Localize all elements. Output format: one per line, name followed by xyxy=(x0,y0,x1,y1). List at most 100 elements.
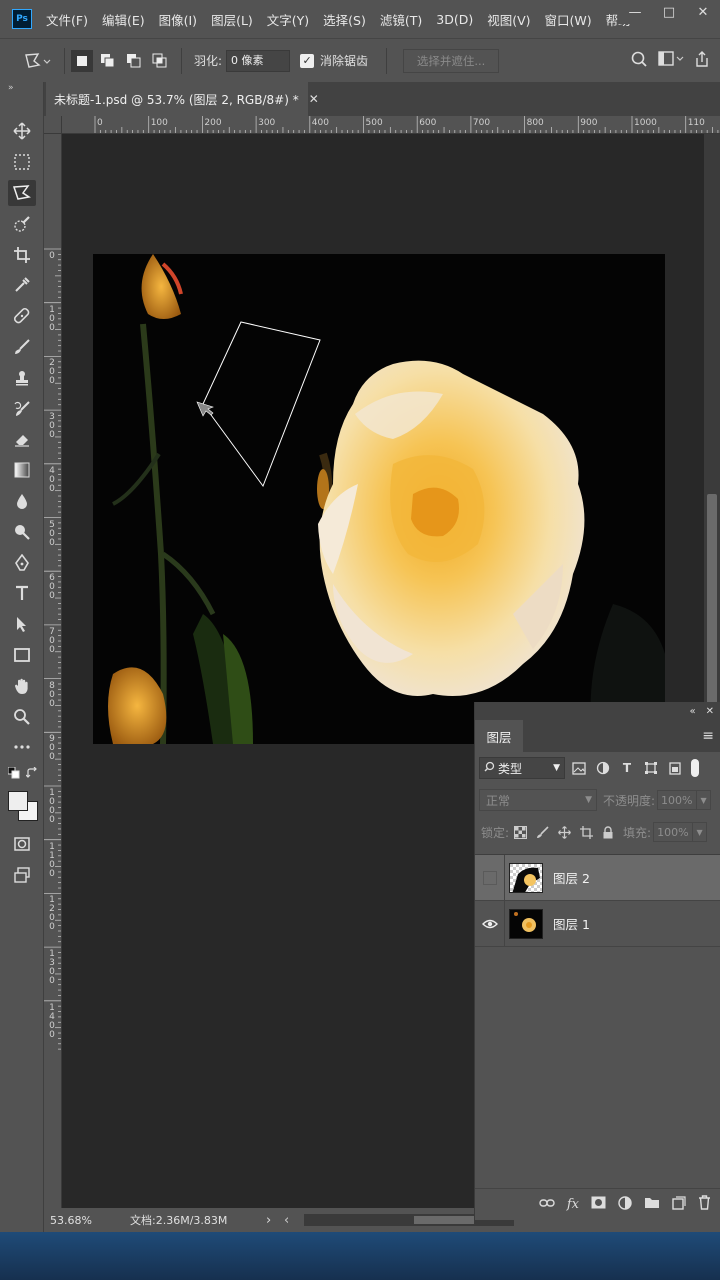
foreground-color-swatch[interactable] xyxy=(8,790,28,811)
opacity-field[interactable]: 100% xyxy=(657,790,698,810)
delete-layer-icon[interactable] xyxy=(698,1195,711,1214)
brush-tool[interactable] xyxy=(0,332,44,363)
gradient-tool[interactable] xyxy=(0,455,44,486)
chevron-down-icon[interactable]: ▼ xyxy=(693,822,708,842)
zoom-level[interactable]: 53.68% xyxy=(50,1214,130,1227)
select-and-mask-button[interactable]: 选择并遮住... xyxy=(403,48,500,73)
close-window-button[interactable]: ✕ xyxy=(686,0,720,24)
smart-object-filter-icon[interactable] xyxy=(665,757,685,779)
layer-row-2[interactable]: 图层 2 xyxy=(475,854,720,901)
swap-colors-icon[interactable] xyxy=(25,766,38,782)
intersect-selection-icon[interactable] xyxy=(149,50,171,72)
default-colors-icon[interactable] xyxy=(7,766,20,782)
chevron-down-icon[interactable]: ▼ xyxy=(697,790,712,810)
blend-mode-select[interactable]: 正常 ▼ xyxy=(479,789,597,811)
crop-tool[interactable] xyxy=(0,239,44,270)
layer-filter-select[interactable]: 类型 ▼ xyxy=(479,757,565,779)
ruler-label: 500 xyxy=(365,118,383,128)
photoshop-logo: Ps xyxy=(12,9,32,29)
lock-all-icon[interactable] xyxy=(597,821,619,843)
layer-visibility-toggle[interactable] xyxy=(475,854,505,901)
ruler-origin[interactable] xyxy=(44,116,62,134)
tab-layers[interactable]: 图层 xyxy=(475,720,523,752)
menu-view[interactable]: 视图(V) xyxy=(487,10,530,29)
type-filter-icon[interactable]: T xyxy=(617,757,637,779)
shape-filter-icon[interactable] xyxy=(641,757,661,779)
layer-name[interactable]: 图层 2 xyxy=(553,868,590,887)
subtract-from-selection-icon[interactable] xyxy=(123,50,145,72)
os-taskbar xyxy=(0,1232,720,1280)
feather-field[interactable]: 0 像素 xyxy=(226,49,291,72)
layer-row-1[interactable]: 图层 1 xyxy=(475,900,720,947)
marquee-tool[interactable] xyxy=(0,147,44,178)
share-icon[interactable] xyxy=(694,50,710,71)
workspace-icon[interactable] xyxy=(658,51,684,70)
lock-artboard-icon[interactable] xyxy=(575,821,597,843)
dodge-tool[interactable] xyxy=(0,516,44,547)
menu-select[interactable]: 选择(S) xyxy=(323,10,366,29)
filter-toggle[interactable] xyxy=(691,759,699,777)
new-group-icon[interactable] xyxy=(644,1196,660,1213)
polygonal-lasso-tool[interactable] xyxy=(0,178,44,209)
collapse-panel-icon[interactable]: « xyxy=(689,706,695,717)
healing-brush-tool[interactable] xyxy=(0,301,44,332)
clone-stamp-tool[interactable] xyxy=(0,362,44,393)
close-icon[interactable]: ✕ xyxy=(309,92,319,106)
collapse-toolbar-icon[interactable]: » xyxy=(0,82,43,96)
menu-type[interactable]: 文字(Y) xyxy=(267,10,309,29)
chevron-right-icon[interactable]: › xyxy=(266,1213,284,1228)
type-tool[interactable] xyxy=(0,578,44,609)
tool-preset-picker[interactable] xyxy=(20,50,54,72)
menu-3d[interactable]: 3D(D) xyxy=(436,12,473,27)
quick-selection-tool[interactable] xyxy=(0,208,44,239)
quick-mask-button[interactable] xyxy=(0,829,44,860)
horizontal-scrollbar-thumb[interactable] xyxy=(414,1216,474,1224)
rectangle-tool[interactable] xyxy=(0,640,44,671)
menu-file[interactable]: 文件(F) xyxy=(46,10,88,29)
layer-visibility-toggle[interactable] xyxy=(475,900,505,947)
fill-field[interactable]: 100% xyxy=(653,822,694,842)
menu-edit[interactable]: 编辑(E) xyxy=(102,10,145,29)
menu-window[interactable]: 窗口(W) xyxy=(545,10,592,29)
antialias-checkbox[interactable]: ✓ xyxy=(300,53,315,68)
minimize-button[interactable]: — xyxy=(618,0,652,24)
blur-tool[interactable] xyxy=(0,486,44,517)
menu-filter[interactable]: 滤镜(T) xyxy=(380,10,422,29)
eraser-tool[interactable] xyxy=(0,424,44,455)
document-tab[interactable]: 未标题-1.psd @ 53.7% (图层 2, RGB/8#) * ✕ xyxy=(46,82,319,116)
path-selection-tool[interactable] xyxy=(0,609,44,640)
eyedropper-tool[interactable] xyxy=(0,270,44,301)
layer-1-thumbnail-image xyxy=(510,909,542,938)
adjustment-filter-icon[interactable] xyxy=(593,757,613,779)
horizontal-ruler[interactable]: 0 100 200 300 400 500 600 700 800 900 1000 110 xyxy=(62,116,720,134)
add-to-selection-icon[interactable] xyxy=(97,50,119,72)
vertical-ruler[interactable]: 0 100 200 300 400 500 600 700 800 900 1000 1100 1200… xyxy=(44,134,62,1208)
adjustment-layer-icon[interactable] xyxy=(618,1195,632,1214)
link-layers-icon[interactable] xyxy=(539,1197,555,1212)
new-layer-icon[interactable] xyxy=(672,1195,686,1214)
add-mask-icon[interactable] xyxy=(591,1196,606,1213)
rose-image[interactable] xyxy=(93,254,665,744)
hand-tool[interactable] xyxy=(0,670,44,701)
new-selection-icon[interactable] xyxy=(71,49,93,72)
more-tools[interactable] xyxy=(0,732,44,763)
lock-position-icon[interactable] xyxy=(553,821,575,843)
chevron-left-icon[interactable]: ‹ xyxy=(284,1213,289,1228)
panel-menu-icon[interactable]: ≡ xyxy=(702,728,714,744)
layer-name[interactable]: 图层 1 xyxy=(553,914,590,933)
search-icon[interactable] xyxy=(630,50,648,71)
move-tool[interactable] xyxy=(0,116,44,147)
maximize-button[interactable]: □ xyxy=(652,0,686,24)
menu-layer[interactable]: 图层(L) xyxy=(211,10,253,29)
vertical-scrollbar-thumb[interactable] xyxy=(707,494,717,704)
lock-transparent-icon[interactable] xyxy=(509,821,531,843)
history-brush-tool[interactable] xyxy=(0,393,44,424)
lock-pixels-brush-icon[interactable] xyxy=(531,821,553,843)
screen-mode-button[interactable] xyxy=(0,860,44,891)
layer-style-fx-icon[interactable]: fx xyxy=(567,1197,579,1212)
menu-image[interactable]: 图像(I) xyxy=(159,10,197,29)
zoom-tool[interactable] xyxy=(0,701,44,732)
close-panel-icon[interactable]: ✕ xyxy=(706,706,714,717)
image-filter-icon[interactable] xyxy=(569,757,589,779)
pen-tool[interactable] xyxy=(0,547,44,578)
